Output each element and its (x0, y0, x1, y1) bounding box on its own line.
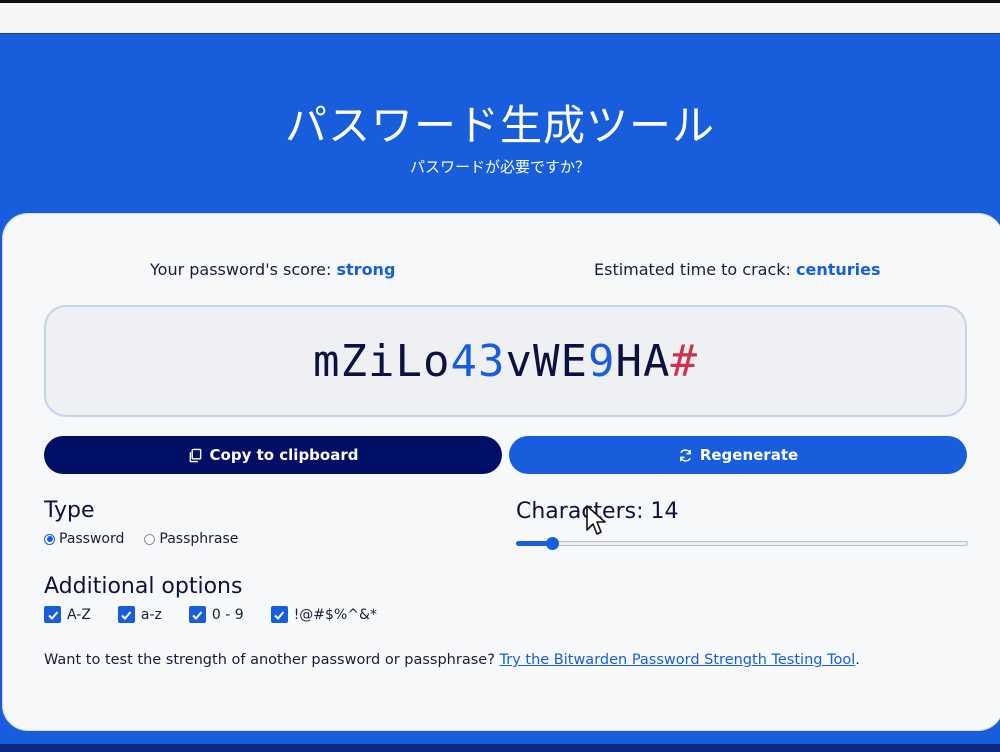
password-segment-letter: mZiLo (313, 335, 451, 387)
password-score: Your password's score: strong (150, 260, 395, 279)
password-segment-number: 43 (450, 335, 506, 387)
copy-button-label: Copy to clipboard (209, 446, 359, 464)
refresh-icon (678, 447, 694, 463)
uppercase-checkbox[interactable] (44, 606, 61, 623)
password-segment-letter: vWE (505, 335, 588, 387)
characters-label: Characters: (516, 499, 651, 524)
mouse-cursor-icon (586, 505, 606, 535)
strength-test-prompt: Want to test the strength of another pas… (44, 652, 860, 668)
numbers-label: 0 - 9 (211, 606, 244, 623)
strength-testing-tool-link[interactable]: Try the Bitwarden Password Strength Test… (500, 652, 856, 668)
footer-text: Want to test the strength of another pas… (44, 652, 500, 668)
browser-top-strip (0, 0, 1000, 34)
password-segment-symbol: # (670, 335, 698, 387)
type-radio-group: Password Passphrase (44, 531, 238, 547)
password-segment-number: 9 (587, 335, 616, 387)
lowercase-label: a-z (140, 606, 162, 623)
footer-end: . (855, 652, 860, 668)
passphrase-radio[interactable] (144, 533, 156, 545)
crack-time-label: Estimated time to crack: (594, 260, 797, 279)
slider-thumb[interactable] (546, 537, 560, 550)
symbols-label: !@#$%^&* (293, 606, 377, 623)
lowercase-option[interactable]: a-z (117, 606, 162, 623)
generator-card: Your password's score: strong Estimated … (2, 213, 1000, 731)
password-segment-letter: HA (615, 335, 671, 387)
symbols-checkbox[interactable] (270, 606, 288, 623)
uppercase-option[interactable]: A-Z (44, 606, 91, 623)
bottom-strip (0, 744, 1000, 752)
slider-track[interactable] (516, 541, 968, 546)
score-value: strong (336, 260, 396, 279)
page-title: パスワード生成ツール (284, 101, 715, 150)
type-heading: Type (44, 498, 95, 523)
password-radio[interactable] (44, 533, 55, 545)
regenerate-button-label: Regenerate (699, 446, 799, 464)
crack-time-value: centuries (796, 260, 881, 279)
length-slider[interactable] (516, 537, 968, 550)
regenerate-button[interactable]: Regenerate (509, 436, 967, 474)
characters-value: 14 (650, 499, 679, 524)
copy-to-clipboard-button[interactable]: Copy to clipboard (44, 436, 502, 474)
password-radio-label[interactable]: Password (59, 531, 124, 547)
page-subtitle: パスワードが必要ですか？ (409, 158, 590, 176)
lowercase-checkbox[interactable] (117, 606, 135, 623)
uppercase-label: A-Z (67, 606, 91, 623)
additional-options-group: A-Z a-z 0 - 9 !@#$%^&* (44, 606, 404, 623)
symbols-option[interactable]: !@#$%^&* (270, 606, 377, 623)
generated-password-display[interactable]: mZiLo 43 vWE 9 HA # (44, 305, 967, 417)
crack-time: Estimated time to crack: centuries (594, 260, 881, 279)
numbers-option[interactable]: 0 - 9 (188, 606, 244, 623)
additional-options-heading: Additional options (44, 574, 243, 599)
hero-banner: パスワード生成ツール パスワードが必要ですか？ (0, 34, 1000, 224)
passphrase-radio-label[interactable]: Passphrase (159, 531, 238, 547)
score-label: Your password's score: (150, 260, 337, 279)
numbers-checkbox[interactable] (188, 606, 206, 623)
copy-icon (188, 447, 204, 463)
